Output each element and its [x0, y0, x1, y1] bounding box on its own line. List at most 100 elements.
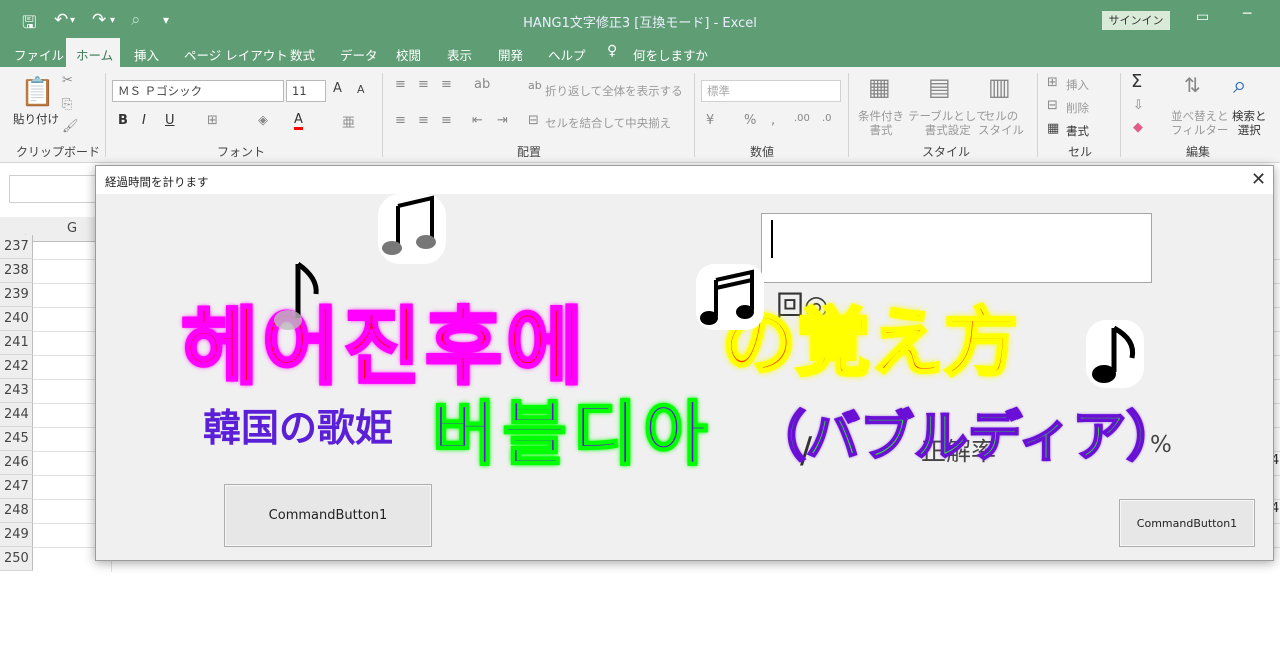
row-header[interactable]: 250: [0, 547, 33, 571]
align-center-icon[interactable]: ≡: [418, 113, 429, 128]
find-select-button[interactable]: 検索と 選択: [1232, 109, 1267, 137]
overlay-how-to-memorize: の覚え方: [721, 299, 1020, 388]
grow-font-icon[interactable]: A: [333, 81, 342, 96]
align-middle-icon[interactable]: ≡: [418, 77, 429, 92]
table-format-icon[interactable]: ▤: [928, 73, 951, 101]
group-number: 数値: [750, 145, 775, 159]
conditional-format-icon[interactable]: ▦: [868, 73, 891, 101]
tab-data[interactable]: データ: [340, 45, 378, 64]
copy-icon[interactable]: ⎘: [62, 97, 72, 112]
command-button-right[interactable]: CommandButton1: [1119, 499, 1255, 547]
percent-style-icon[interactable]: %: [744, 113, 756, 128]
conditional-format-button[interactable]: 条件付き 書式: [858, 109, 904, 137]
font-name-select[interactable]: ＭＳ Ｐゴシック: [112, 80, 284, 102]
align-left-icon[interactable]: ≡: [395, 113, 406, 128]
tab-review[interactable]: 校閲: [396, 45, 421, 64]
group-font: フォント: [217, 145, 266, 159]
tab-help[interactable]: ヘルプ: [548, 45, 586, 64]
format-cells-button[interactable]: 書式: [1066, 123, 1089, 139]
sort-filter-button[interactable]: 並べ替えと フィルター: [1171, 109, 1229, 137]
document-title: HANG1文字修正3 [互換モード] - Excel: [523, 16, 757, 31]
increase-indent-icon[interactable]: ⇥: [497, 113, 508, 128]
clear-icon[interactable]: ◆: [1133, 120, 1143, 135]
cell-styles-button[interactable]: セルの スタイル: [978, 109, 1024, 137]
insert-cells-icon[interactable]: ⊞: [1047, 75, 1058, 90]
tab-formulas[interactable]: 数式: [290, 45, 315, 64]
italic-icon[interactable]: I: [142, 113, 146, 128]
row-header[interactable]: 241: [0, 331, 33, 355]
insert-cells-button[interactable]: 挿入: [1066, 77, 1089, 93]
underline-icon[interactable]: U: [165, 113, 175, 128]
search-icon[interactable]: ⌕: [1233, 71, 1246, 99]
format-painter-icon[interactable]: 🖌: [62, 119, 79, 134]
table-format-button[interactable]: テーブルとして 書式設定: [908, 109, 987, 137]
music-note-icon: [1086, 320, 1144, 388]
paste-label[interactable]: 貼り付け: [13, 111, 59, 127]
tab-view[interactable]: 表示: [447, 45, 472, 64]
align-bottom-icon[interactable]: ≡: [441, 77, 452, 92]
row-header[interactable]: 248: [0, 499, 33, 523]
autosum-icon[interactable]: Σ: [1131, 71, 1142, 92]
borders-icon[interactable]: ⊞: [207, 113, 218, 128]
paste-icon[interactable]: 📋: [20, 75, 55, 108]
row-header[interactable]: 242: [0, 355, 33, 379]
close-icon[interactable]: ✕: [1251, 169, 1266, 190]
font-size-select[interactable]: 11: [286, 80, 326, 102]
row-header[interactable]: 243: [0, 379, 33, 403]
comma-style-icon[interactable]: ,: [771, 113, 775, 128]
fill-icon[interactable]: ⇩: [1133, 98, 1144, 113]
align-right-icon[interactable]: ≡: [441, 113, 452, 128]
menu-bar: ファイル 挿入 ページ レイアウト 数式 データ 校閲 表示 開発 ヘルプ ♀ …: [0, 40, 1280, 67]
delete-cells-button[interactable]: 削除: [1066, 100, 1089, 116]
command-button-left[interactable]: CommandButton1: [224, 484, 432, 547]
tab-insert[interactable]: 挿入: [134, 45, 159, 64]
cell-styles-icon[interactable]: ▥: [988, 73, 1011, 101]
sign-in-button[interactable]: サインイン: [1102, 11, 1170, 30]
decrease-indent-icon[interactable]: ⇤: [472, 113, 483, 128]
lightbulb-icon: ♀: [607, 43, 618, 59]
fill-color-icon[interactable]: ◈: [258, 113, 268, 128]
orientation-icon[interactable]: ab: [474, 77, 490, 92]
phonetic-icon[interactable]: 亜: [342, 112, 355, 131]
tab-developer[interactable]: 開発: [498, 45, 523, 64]
tab-page-layout[interactable]: ページ レイアウト: [184, 45, 288, 64]
answer-textbox[interactable]: [761, 213, 1152, 283]
row-header[interactable]: 249: [0, 523, 33, 547]
row-header[interactable]: 244: [0, 403, 33, 427]
row-header[interactable]: 237: [0, 235, 33, 259]
decrease-decimal-icon[interactable]: .0: [822, 113, 832, 124]
format-cells-icon[interactable]: ▦: [1047, 121, 1059, 136]
tell-me-search[interactable]: 何をしますか: [633, 45, 708, 64]
group-cells: セル: [1068, 145, 1093, 159]
align-top-icon[interactable]: ≡: [395, 77, 406, 92]
ribbon-display-icon[interactable]: ▭: [1196, 9, 1209, 25]
font-color-icon[interactable]: A: [294, 112, 303, 130]
group-styles: スタイル: [922, 145, 971, 159]
title-bar: 🖫 ↶ ▾ ↷ ▾ ⌕ ▾ HANG1文字修正3 [互換モード] - Excel…: [0, 0, 1280, 40]
row-header[interactable]: 247: [0, 475, 33, 499]
number-format-select[interactable]: 標準: [701, 80, 841, 102]
tab-file[interactable]: ファイル: [14, 45, 64, 64]
overlay-artist-korean: 버블디아: [431, 392, 714, 476]
group-clipboard: クリップボード: [16, 145, 101, 159]
music-note-icon: [274, 261, 319, 330]
merge-center-button[interactable]: セルを結合して中央揃え: [545, 115, 671, 131]
minimize-icon[interactable]: ─: [1243, 6, 1251, 22]
merge-icon[interactable]: ⊟: [528, 113, 539, 128]
increase-decimal-icon[interactable]: .00: [794, 113, 810, 124]
row-header[interactable]: 245: [0, 427, 33, 451]
delete-cells-icon[interactable]: ⊟: [1047, 98, 1058, 113]
wrap-text-icon[interactable]: ab: [528, 79, 542, 92]
cut-icon[interactable]: ✂: [62, 73, 73, 88]
row-header[interactable]: 246: [0, 451, 33, 475]
shrink-font-icon[interactable]: A: [357, 83, 365, 96]
currency-icon[interactable]: ¥: [706, 113, 714, 128]
wrap-text-button[interactable]: 折り返して全体を表示する: [545, 83, 683, 99]
bold-icon[interactable]: B: [118, 113, 128, 128]
tab-home[interactable]: ホーム: [76, 45, 113, 64]
overlay-korean-diva: 韓国の歌姫: [203, 406, 394, 450]
row-header[interactable]: 238: [0, 259, 33, 283]
row-header[interactable]: 240: [0, 307, 33, 331]
sort-filter-icon[interactable]: ⇅: [1184, 73, 1201, 97]
row-header[interactable]: 239: [0, 283, 33, 307]
